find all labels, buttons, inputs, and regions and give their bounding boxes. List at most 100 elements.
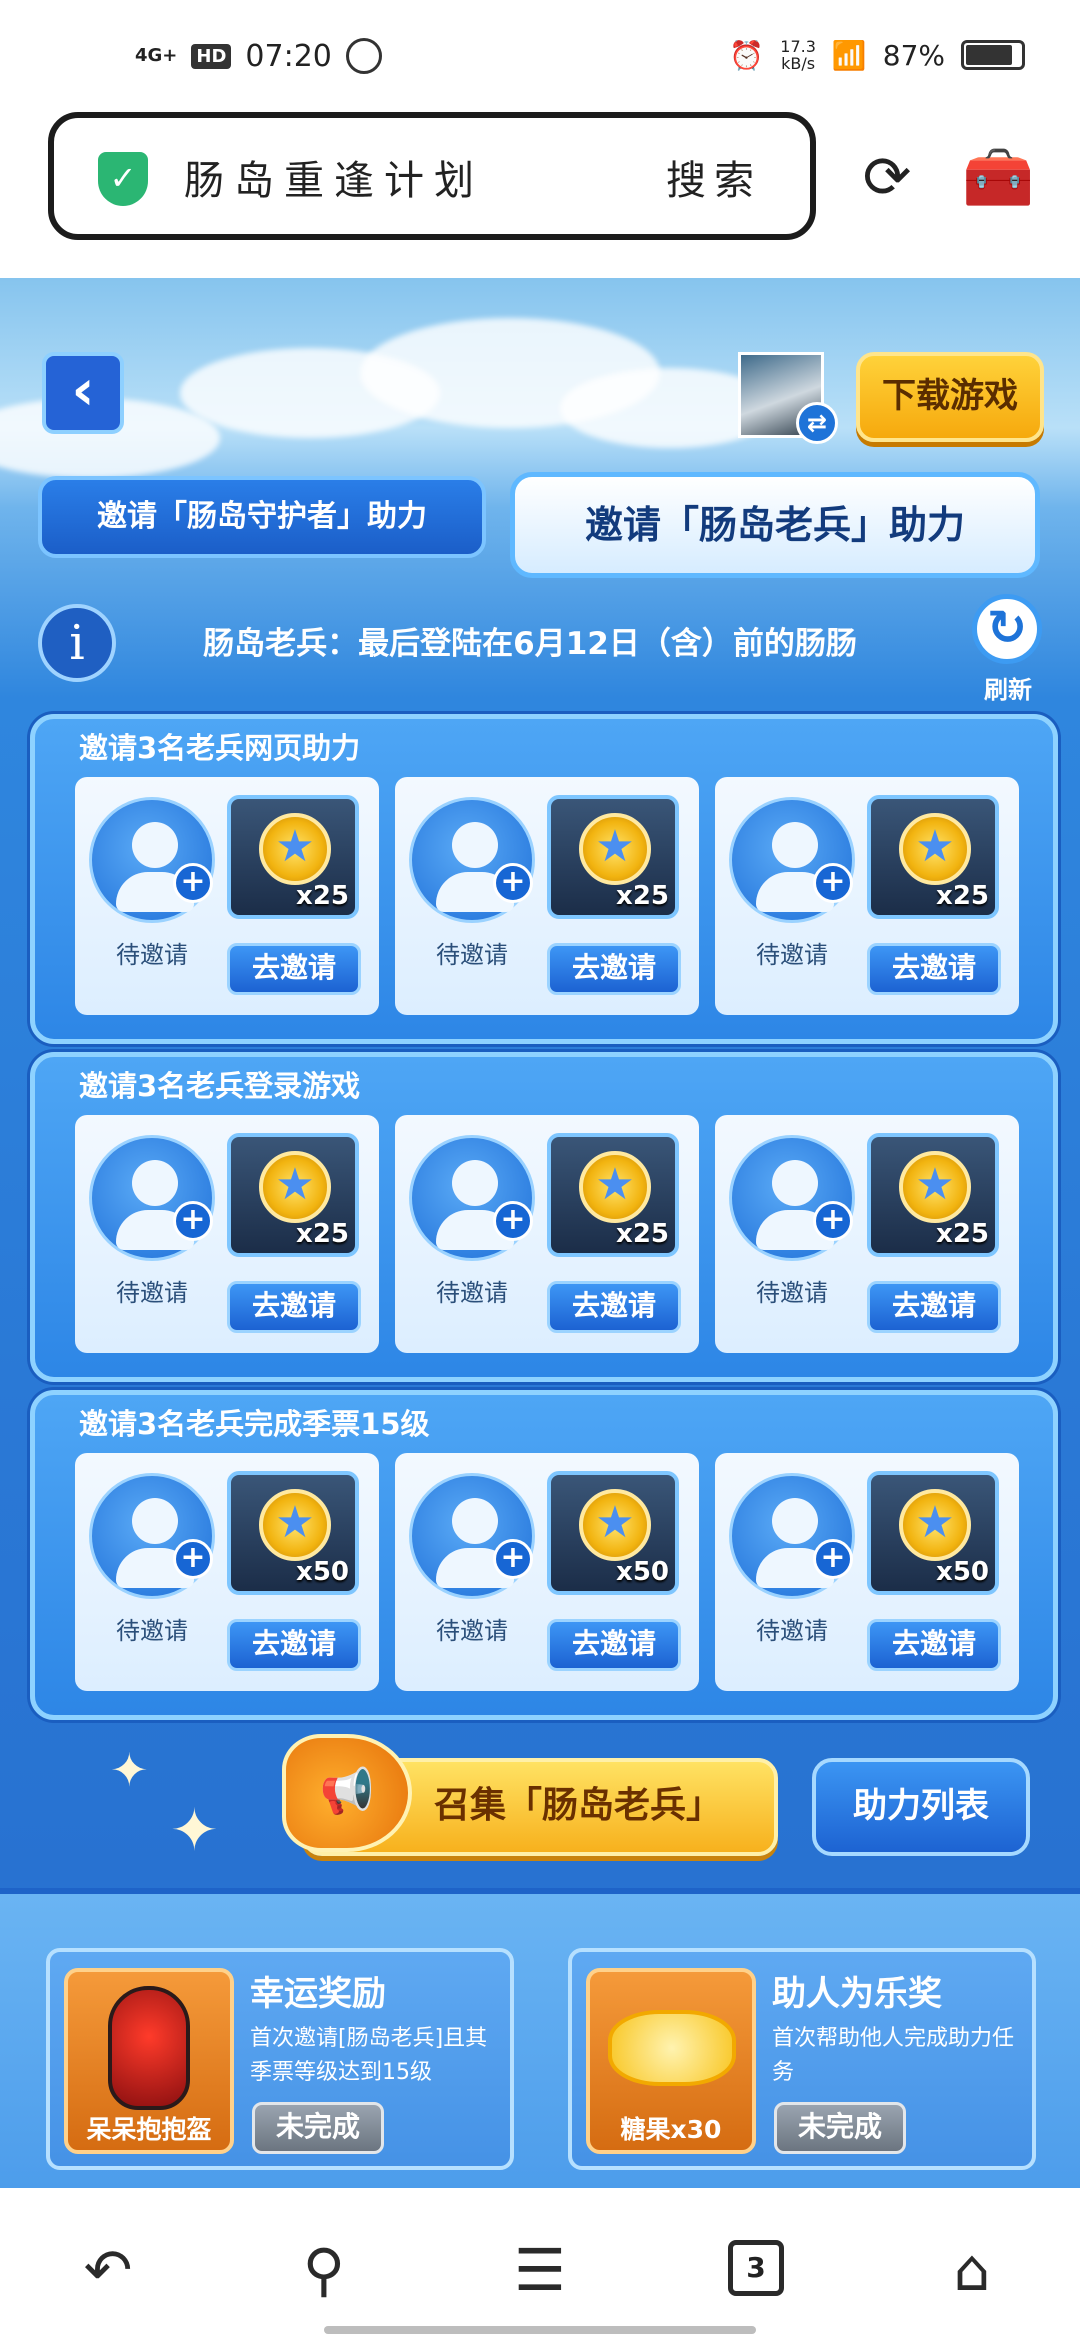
reward-box: ★ x25 bbox=[547, 795, 679, 919]
invite-slot: + 待邀请 ★ x25 去邀请 bbox=[75, 1115, 379, 1353]
invite-button[interactable]: 去邀请 bbox=[867, 1619, 1001, 1671]
reward-quantity: x25 bbox=[296, 1219, 349, 1249]
person-icon bbox=[452, 1160, 498, 1206]
reward-box: ★ x25 bbox=[227, 795, 359, 919]
invite-button[interactable]: 去邀请 bbox=[547, 943, 681, 995]
person-icon bbox=[132, 1498, 178, 1544]
hd-badge: HD bbox=[191, 43, 232, 69]
reward-title: 助人为乐奖 bbox=[772, 1974, 942, 2014]
slot-status: 待邀请 bbox=[756, 1279, 828, 1307]
plus-icon[interactable]: + bbox=[173, 863, 213, 903]
reward-status-button[interactable]: 未完成 bbox=[774, 2102, 906, 2154]
candy-icon bbox=[608, 2010, 736, 2086]
pending-avatar bbox=[89, 797, 215, 923]
star-coin-icon: ★ bbox=[899, 1151, 971, 1223]
reward-box: ★ x50 bbox=[867, 1471, 999, 1595]
invite-button[interactable]: 去邀请 bbox=[227, 1281, 361, 1333]
pending-avatar bbox=[89, 1135, 215, 1261]
reward-status-button[interactable]: 未完成 bbox=[252, 2102, 384, 2154]
plus-icon[interactable]: + bbox=[493, 1539, 533, 1579]
address-text[interactable]: 肠岛重逢计划 bbox=[184, 148, 484, 206]
toolbox-icon[interactable]: 🧰 bbox=[962, 142, 1034, 212]
plus-icon[interactable]: + bbox=[813, 1201, 853, 1241]
invite-button[interactable]: 去邀请 bbox=[227, 943, 361, 995]
info-icon[interactable]: i bbox=[38, 604, 116, 682]
shield-icon: ✓ bbox=[98, 152, 148, 206]
invite-button[interactable]: 去邀请 bbox=[227, 1619, 361, 1671]
back-button[interactable]: ‹ bbox=[42, 352, 124, 434]
plus-icon[interactable]: + bbox=[813, 1539, 853, 1579]
bottom-nav: ↶ ⚲ ☰ 3 ⌂ bbox=[0, 2188, 1080, 2340]
reward-desc: 首次帮助他人完成助力任务 bbox=[772, 2026, 1015, 2085]
battery-percent: 87% bbox=[882, 38, 945, 72]
star-coin-icon: ★ bbox=[259, 813, 331, 885]
address-bar[interactable]: ✓ 肠岛重逢计划 搜索 bbox=[48, 112, 816, 240]
plus-icon[interactable]: + bbox=[493, 1201, 533, 1241]
refresh-label: 刷新 bbox=[984, 676, 1032, 704]
refresh-button[interactable]: ↻ bbox=[972, 594, 1042, 664]
swap-account-icon[interactable]: ⇄ bbox=[796, 402, 838, 444]
reward-quantity: x50 bbox=[936, 1557, 989, 1587]
announcement-text: 肠岛老兵：最后登陆在6月12日（含）前的肠肠 bbox=[203, 626, 857, 662]
slot-status: 待邀请 bbox=[116, 1617, 188, 1645]
gather-veterans-button[interactable]: 📢 召集「肠岛老兵」 bbox=[282, 1734, 778, 1856]
person-icon bbox=[132, 1160, 178, 1206]
tab-veteran[interactable]: 邀请「肠岛老兵」助力 bbox=[510, 472, 1040, 578]
reward-quantity: x50 bbox=[296, 1557, 349, 1587]
reward-desc: 首次邀请[肠岛老兵]且其季票等级达到15级 bbox=[250, 2026, 488, 2085]
slot-status: 待邀请 bbox=[436, 1279, 508, 1307]
search-button[interactable]: 搜索 bbox=[666, 148, 762, 206]
notification-icon bbox=[345, 38, 382, 74]
prize-label: 糖果x30 bbox=[620, 2115, 722, 2144]
slot-status: 待邀请 bbox=[436, 941, 508, 969]
refresh-icon[interactable]: ⟳ bbox=[852, 142, 922, 212]
invite-section: 邀请3名老兵网页助力 + 待邀请 ★ x25 去邀请 + 待邀请 ★ x25 去邀请 + 待邀请 ★ x25… bbox=[30, 714, 1058, 1044]
plus-icon[interactable]: + bbox=[493, 863, 533, 903]
star-coin-icon: ★ bbox=[899, 813, 971, 885]
invite-slot: + 待邀请 ★ x25 去邀请 bbox=[715, 777, 1019, 1015]
invite-slot: + 待邀请 ★ x50 去邀请 bbox=[715, 1453, 1019, 1691]
plus-icon[interactable]: + bbox=[813, 863, 853, 903]
home-icon[interactable]: ⌂ bbox=[932, 2230, 1012, 2310]
network-speed: 17.3 kB/s bbox=[780, 37, 816, 73]
battery-icon bbox=[961, 40, 1025, 70]
pending-avatar bbox=[409, 797, 535, 923]
sparkle-icon: ✦ bbox=[110, 1743, 149, 1797]
invite-button[interactable]: 去邀请 bbox=[867, 943, 1001, 995]
tabs-button[interactable]: 3 bbox=[728, 2240, 784, 2296]
reward-quantity: x25 bbox=[936, 1219, 989, 1249]
pending-avatar bbox=[729, 1135, 855, 1261]
status-left: 4G+ HD 07:20 bbox=[135, 38, 382, 74]
home-indicator bbox=[324, 2326, 756, 2334]
helmet-icon bbox=[108, 1986, 190, 2110]
menu-icon[interactable]: ☰ bbox=[500, 2230, 580, 2310]
invite-button[interactable]: 去邀请 bbox=[867, 1281, 1001, 1333]
pending-avatar bbox=[409, 1135, 535, 1261]
pending-avatar bbox=[89, 1473, 215, 1599]
invite-button[interactable]: 去邀请 bbox=[547, 1619, 681, 1671]
pending-avatar bbox=[729, 1473, 855, 1599]
reward-box: ★ x25 bbox=[867, 795, 999, 919]
back-arrow-icon[interactable]: ↶ bbox=[68, 2230, 148, 2310]
slot-status: 待邀请 bbox=[116, 941, 188, 969]
invite-button[interactable]: 去邀请 bbox=[547, 1281, 681, 1333]
search-icon[interactable]: ⚲ bbox=[284, 2230, 364, 2310]
tab-guardian[interactable]: 邀请「肠岛守护者」助力 bbox=[38, 476, 486, 558]
person-icon bbox=[132, 822, 178, 868]
help-list-button[interactable]: 助力列表 bbox=[812, 1758, 1030, 1856]
invite-section: 邀请3名老兵完成季票15级 + 待邀请 ★ x50 去邀请 + 待邀请 ★ x50 去邀请 + 待邀请 ★… bbox=[30, 1390, 1058, 1720]
plus-icon[interactable]: + bbox=[173, 1539, 213, 1579]
star-coin-icon: ★ bbox=[579, 813, 651, 885]
slot-status: 待邀请 bbox=[436, 1617, 508, 1645]
reward-quantity: x25 bbox=[296, 881, 349, 911]
reward-title: 幸运奖励 bbox=[250, 1974, 386, 2014]
plus-icon[interactable]: + bbox=[173, 1201, 213, 1241]
invite-section: 邀请3名老兵登录游戏 + 待邀请 ★ x25 去邀请 + 待邀请 ★ x25 去邀请 + 待邀请 ★ x25… bbox=[30, 1052, 1058, 1382]
star-coin-icon: ★ bbox=[579, 1151, 651, 1223]
star-coin-icon: ★ bbox=[579, 1489, 651, 1561]
megaphone-icon: 📢 bbox=[282, 1734, 412, 1852]
star-coin-icon: ★ bbox=[259, 1151, 331, 1223]
download-game-button[interactable]: 下载游戏 bbox=[856, 352, 1044, 442]
invite-slot: + 待邀请 ★ x25 去邀请 bbox=[395, 777, 699, 1015]
person-icon bbox=[452, 1498, 498, 1544]
